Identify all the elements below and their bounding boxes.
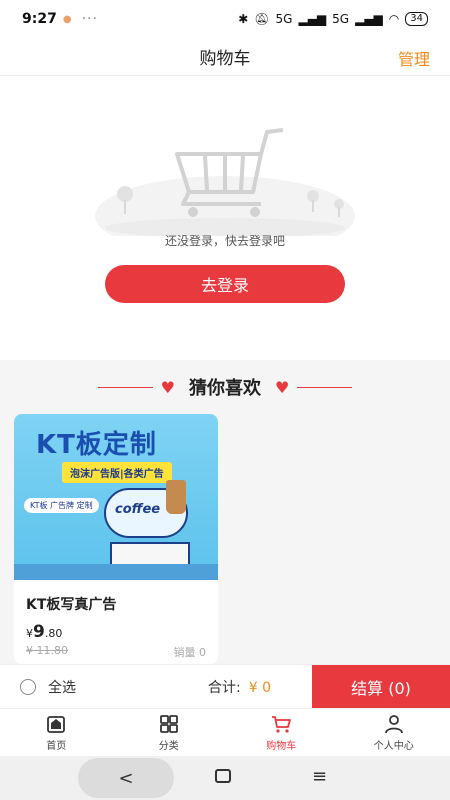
product-price: ¥9.80 [26, 622, 62, 642]
tab-cart-label: 购物车 [266, 741, 297, 752]
tab-category[interactable]: 分类 [113, 709, 226, 756]
signal-bars-icon-2: ▂▄▆ [355, 12, 383, 26]
select-all-label: 全选 [48, 679, 76, 696]
status-time: 9:27 [22, 11, 57, 27]
header: 购物车 管理 [0, 38, 450, 76]
price-decimal: .80 [44, 627, 63, 640]
recommend-header: ♥ 猜你喜欢 ♥ [0, 370, 450, 404]
tab-home[interactable]: 首页 [0, 709, 113, 756]
signal-label-1: 5G [275, 12, 293, 26]
empty-cart-section: 还没登录，快去登录吧 去登录 [0, 76, 450, 360]
product-image-word: coffee [115, 502, 161, 517]
mute-icon: 🔕︎ [254, 12, 270, 26]
bluetooth-icon: ✱ [238, 12, 249, 26]
notification-icon: ● [62, 13, 72, 25]
tab-cart[interactable]: 购物车 [225, 709, 338, 756]
signal-label-2: 5G [332, 12, 350, 26]
divider-left [97, 386, 153, 388]
tab-home-label: 首页 [46, 741, 67, 752]
tab-profile-label: 个人中心 [373, 741, 414, 752]
total-amount: ¥ 0 [248, 680, 271, 696]
login-button[interactable]: 去登录 [105, 265, 345, 303]
select-all-radio[interactable] [20, 678, 36, 695]
price-integer: 9 [33, 622, 45, 642]
sales-count: 销量 0 [173, 646, 207, 659]
status-bar: 9:27 ● ··· ✱ 🔕︎ 5G ▂▄▆ 5G ▂▄▆ ◠ 34 [0, 0, 450, 38]
person-icon [384, 715, 403, 734]
total-summary: 合计: ¥ 0 [208, 677, 271, 697]
heart-icon: ♥ [275, 377, 290, 397]
select-all-toggle[interactable]: 全选 [20, 677, 76, 697]
product-image-subtitle: KT板 广告牌 定制 [24, 498, 99, 513]
product-card[interactable]: KT板定制 泡沫广告版|各类广告 KT板 广告牌 定制 coffee KT板写真… [14, 414, 218, 664]
original-price: ¥ 11.80 [26, 644, 68, 657]
menu-button[interactable]: ≡ [312, 766, 327, 787]
checkout-button[interactable]: 结算 (0) [312, 665, 450, 709]
product-image-title: KT板定制 [36, 430, 157, 460]
bottom-tab-bar: 首页 分类 购物车 个人中心 [0, 708, 450, 756]
product-image: KT板定制 泡沫广告版|各类广告 KT板 广告牌 定制 coffee [14, 414, 218, 580]
empty-cart-illustration [95, 128, 355, 236]
manage-button[interactable]: 管理 [398, 46, 430, 70]
status-indicators: ✱ 🔕︎ 5G ▂▄▆ 5G ▂▄▆ ◠ 34 [238, 12, 428, 26]
divider-right [297, 386, 353, 388]
wifi-icon: ◠ [388, 12, 400, 26]
tab-category-label: 分类 [158, 741, 179, 752]
recommend-title: 猜你喜欢 [189, 378, 261, 399]
product-name: KT板写真广告 [26, 597, 117, 613]
home-icon [47, 716, 66, 733]
more-notifications-icon: ··· [81, 11, 98, 27]
home-button[interactable] [215, 769, 231, 783]
product-image-base [14, 564, 218, 580]
price-currency: ¥ [26, 627, 33, 640]
product-image-tag: 泡沫广告版|各类广告 [62, 462, 172, 483]
checkout-bar: 全选 合计: ¥ 0 结算 (0) [0, 664, 450, 709]
battery-icon: 34 [405, 12, 428, 26]
category-icon [159, 715, 178, 733]
coffee-cup-icon [166, 480, 186, 514]
signal-bars-icon: ▂▄▆ [298, 12, 327, 26]
cart-icon [272, 716, 292, 733]
tab-profile[interactable]: 个人中心 [338, 709, 450, 756]
page-title: 购物车 [199, 49, 251, 69]
back-button[interactable]: < [78, 758, 174, 798]
system-navigation-bar: < ≡ [0, 756, 450, 800]
empty-cart-message: 还没登录，快去登录吧 [164, 234, 285, 248]
total-label: 合计: [208, 680, 241, 696]
heart-icon: ♥ [160, 377, 175, 397]
